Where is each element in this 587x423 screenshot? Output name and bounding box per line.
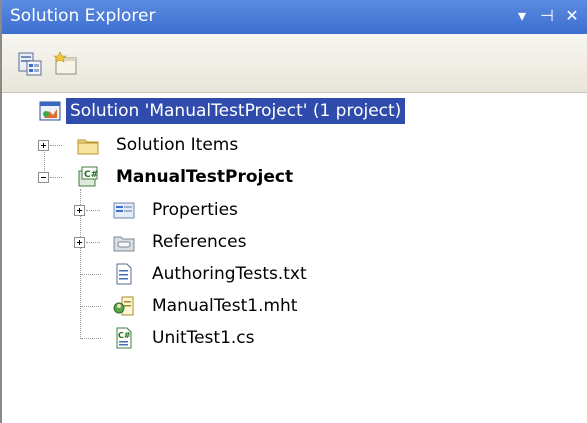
solution-tree: Solution 'ManualTestProject' (1 project)… (2, 93, 587, 423)
show-all-files-icon[interactable] (52, 50, 80, 78)
window-title: Solution Explorer (10, 6, 156, 26)
manual-test-label: ManualTest1.mht (152, 296, 298, 316)
solution-label: Solution 'ManualTestProject' (1 project) (66, 98, 406, 124)
tree-node-authoring-tests[interactable]: AuthoringTests.txt (2, 259, 587, 289)
csharp-file-icon: C# (116, 327, 132, 349)
solution-icon (39, 101, 61, 121)
solution-items-label: Solution Items (116, 135, 239, 155)
text-file-icon (116, 263, 132, 285)
manual-test-icon (113, 296, 134, 316)
svg-text:C#: C# (118, 331, 131, 340)
expand-references-button[interactable] (74, 237, 85, 248)
expand-properties-button[interactable] (74, 205, 85, 216)
title-bar[interactable]: Solution Explorer ▾ ⊣ ✕ (2, 0, 587, 34)
toolbar (2, 34, 587, 93)
project-label: ManualTestProject (116, 167, 294, 187)
auto-hide-pin-button[interactable]: ⊣ (535, 4, 559, 28)
folder-icon (77, 139, 99, 155)
collapse-project-button[interactable] (38, 172, 49, 183)
tree-node-project[interactable]: C# ManualTestProject (2, 162, 587, 192)
properties-folder-icon (113, 202, 135, 219)
svg-text:C#: C# (84, 170, 98, 180)
tree-node-solution[interactable]: Solution 'ManualTestProject' (1 project) (2, 96, 587, 126)
window-dropdown-button[interactable]: ▾ (510, 4, 534, 28)
properties-icon[interactable] (16, 50, 44, 78)
references-folder-icon (113, 236, 135, 252)
properties-label: Properties (152, 200, 238, 220)
tree-node-manual-test[interactable]: ManualTest1.mht (2, 291, 587, 321)
solution-explorer-window: Solution Explorer ▾ ⊣ ✕ Solution 'Manual… (0, 0, 587, 423)
tree-node-properties[interactable]: Properties (2, 195, 587, 225)
tree-node-solution-items[interactable]: Solution Items (2, 130, 587, 160)
authoring-tests-label: AuthoringTests.txt (152, 264, 307, 284)
close-button[interactable]: ✕ (560, 4, 584, 28)
unit-test-label: UnitTest1.cs (152, 328, 255, 348)
tree-node-unit-test[interactable]: C# UnitTest1.cs (2, 323, 587, 353)
references-label: References (152, 232, 247, 252)
csharp-project-icon: C# (78, 166, 98, 187)
expand-solution-items-button[interactable] (38, 140, 49, 151)
tree-node-references[interactable]: References (2, 227, 587, 257)
